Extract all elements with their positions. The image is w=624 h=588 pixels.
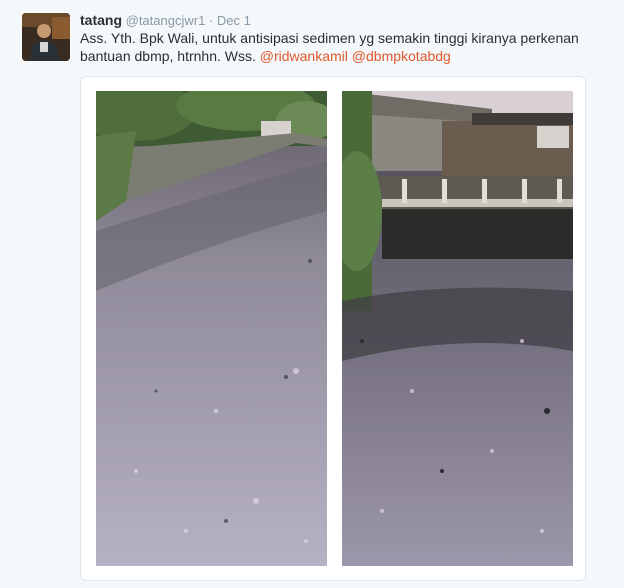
tweet-text: Ass. Yth. Bpk Wali, untuk antisipasi sed… [80, 29, 600, 65]
mention-ridwankamil[interactable]: @ridwankamil [260, 48, 348, 64]
avatar[interactable] [22, 13, 70, 61]
separator: · [208, 13, 214, 28]
user-handle[interactable]: @tatangcjwr1 [126, 13, 206, 28]
user-name[interactable]: tatang [80, 12, 122, 28]
tweet-text-line-1: Ass. Yth. Bpk Wali, untuk antisipasi sed… [80, 30, 579, 46]
photo-river-left[interactable] [96, 91, 327, 566]
media-card [80, 76, 586, 581]
tweet-text-line-2: bantuan dbmp, htrnhn. Wss. @ridwankamil … [80, 47, 600, 65]
tweet-date[interactable]: Dec 1 [217, 13, 251, 28]
tweet-text-body: bantuan dbmp, htrnhn. Wss. [80, 48, 256, 64]
mention-dbmpkotabdg[interactable]: @dbmpkotabdg [352, 48, 451, 64]
tweet: tatang @tatangcjwr1 · Dec 1 Ass. Yth. Bp… [0, 0, 624, 588]
photo-river-right[interactable] [342, 91, 573, 566]
tweet-header: tatang @tatangcjwr1 · Dec 1 [80, 11, 251, 31]
